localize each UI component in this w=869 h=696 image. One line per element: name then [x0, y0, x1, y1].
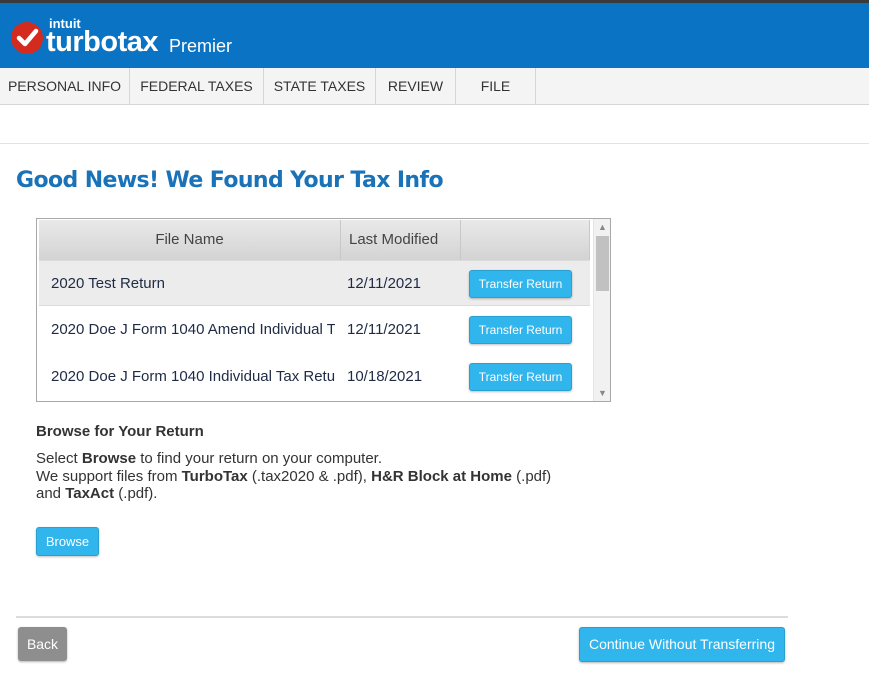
- scrollbar-thumb[interactable]: [596, 236, 609, 291]
- table-row[interactable]: 2020 Doe J Form 1040 Amend Individual Ta…: [39, 307, 590, 353]
- page-title: Good News! We Found Your Tax Info: [16, 168, 444, 193]
- transfer-return-button[interactable]: Transfer Return: [469, 270, 572, 298]
- tab-review[interactable]: REVIEW: [376, 68, 456, 105]
- browse-line-1: Select Browse to find your return on you…: [36, 450, 383, 467]
- checkmark-logo-icon: [11, 22, 43, 54]
- tab-federal-taxes[interactable]: FEDERAL TAXES: [130, 68, 264, 105]
- file-list-table: File Name Last Modified 2020 Test Return…: [36, 218, 611, 402]
- footer-divider: [16, 616, 788, 618]
- file-name-cell: 2020 Doe J Form 1040 Individual Tax Retu…: [51, 368, 335, 385]
- transfer-return-button[interactable]: Transfer Return: [469, 316, 572, 344]
- column-header-action: [461, 220, 590, 260]
- chevron-up-icon[interactable]: ▲: [594, 219, 610, 235]
- browse-heading: Browse for Your Return: [36, 423, 204, 440]
- browse-line-2: We support files from TurboTax (.tax2020…: [36, 467, 552, 485]
- tab-personal-info[interactable]: PERSONAL INFO: [0, 68, 130, 105]
- table-row[interactable]: 2020 Doe J Form 1040 Individual Tax Retu…: [39, 354, 590, 400]
- turbotax-logo-text: turbotax: [46, 26, 159, 58]
- edition-label: Premier: [169, 36, 233, 56]
- app-header: intuit turbotax Premier: [0, 3, 869, 68]
- browse-instructions: Select Browse to find your return on you…: [36, 450, 596, 503]
- table-header: File Name Last Modified: [39, 220, 590, 260]
- browse-button[interactable]: Browse: [36, 527, 99, 556]
- file-name-cell: 2020 Doe J Form 1040 Amend Individual Ta…: [51, 321, 335, 338]
- column-header-last-modified[interactable]: Last Modified: [341, 220, 461, 260]
- browse-line-3: and TaxAct (.pdf).: [36, 485, 158, 502]
- back-button[interactable]: Back: [18, 627, 67, 661]
- table-scrollbar[interactable]: ▲ ▼: [593, 219, 610, 401]
- main-nav: PERSONAL INFO FEDERAL TAXES STATE TAXES …: [0, 68, 869, 105]
- last-modified-cell: 10/18/2021: [347, 368, 423, 385]
- tab-state-taxes[interactable]: STATE TAXES: [264, 68, 376, 105]
- last-modified-cell: 12/11/2021: [347, 321, 421, 338]
- divider: [0, 143, 869, 144]
- transfer-return-button[interactable]: Transfer Return: [469, 363, 572, 391]
- chevron-down-icon[interactable]: ▼: [594, 385, 610, 401]
- continue-without-transferring-button[interactable]: Continue Without Transferring: [579, 627, 785, 662]
- last-modified-cell: 12/11/2021: [347, 275, 421, 292]
- table-row[interactable]: 2020 Test Return 12/11/2021 Transfer Ret…: [39, 260, 590, 306]
- column-header-file-name[interactable]: File Name: [39, 220, 341, 260]
- tab-file[interactable]: FILE: [456, 68, 536, 105]
- file-name-cell: 2020 Test Return: [51, 275, 165, 292]
